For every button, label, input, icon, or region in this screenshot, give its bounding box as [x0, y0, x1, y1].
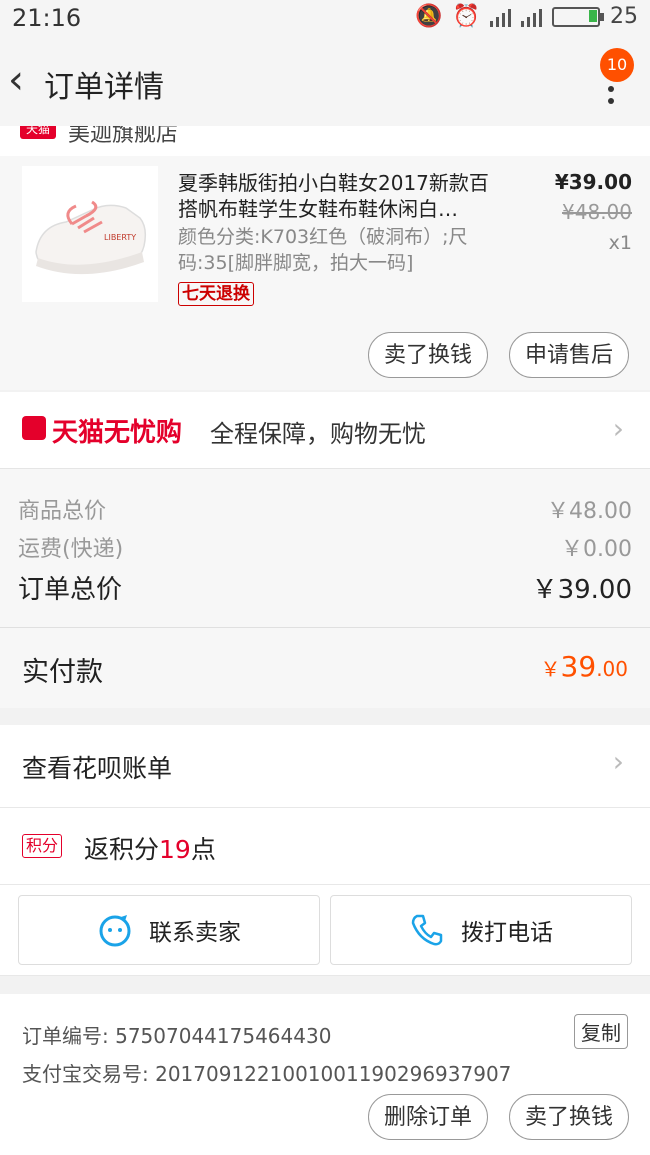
resell-button[interactable]: 卖了换钱	[368, 332, 488, 378]
tmall-brand: 天猫无忧购	[52, 418, 183, 448]
paid-label: 实付款	[22, 657, 103, 688]
chevron-right-icon: ›	[612, 745, 624, 778]
points-badge: 积分	[22, 834, 63, 858]
order-number: 订单编号: 57507044175464430	[22, 1020, 331, 1049]
product-quantity: x1	[608, 232, 632, 254]
alarm-icon: ⏰	[452, 4, 480, 29]
paid-amount-row: 实付款 ￥39.00	[0, 627, 650, 708]
chevron-right-icon: ›	[612, 412, 624, 445]
points-value: 19	[159, 835, 191, 864]
tmall-guarantee-desc: 全程保障，购物无忧	[210, 420, 426, 448]
order-total-value: ￥39.00	[531, 575, 632, 605]
product-card[interactable]: LIBERTY 夏季韩版街拍小白鞋女2017新款百搭帆布鞋学生女鞋布鞋休闲白… …	[0, 156, 650, 390]
paid-int: 39	[560, 650, 597, 683]
call-phone-label: 拨打电话	[461, 920, 553, 946]
points-suffix: 点	[190, 835, 216, 864]
contact-row: 联系卖家 拨打电话	[0, 885, 650, 976]
product-original-price: ¥48.00	[562, 200, 632, 224]
goods-total-label: 商品总价	[18, 499, 107, 524]
after-sale-button[interactable]: 申请售后	[509, 332, 629, 378]
back-icon[interactable]: ‹	[8, 60, 24, 100]
battery-level: 25	[610, 4, 638, 29]
resell-button-bottom[interactable]: 卖了换钱	[509, 1094, 629, 1140]
phone-icon	[411, 914, 443, 946]
alipay-value: 2017091221001001190296937907	[155, 1062, 512, 1086]
alipay-number: 支付宝交易号: 2017091221001001190296937907	[22, 1058, 511, 1087]
order-number-value: 57507044175464430	[115, 1024, 332, 1048]
call-phone-button[interactable]: 拨打电话	[330, 895, 632, 965]
signal-icon	[490, 7, 511, 27]
copy-button[interactable]: 复制	[574, 1014, 628, 1049]
points-prefix: 返积分	[84, 835, 160, 864]
battery-icon	[552, 6, 604, 27]
points-row: 积分 返积分19点	[0, 808, 650, 885]
seven-day-return-badge: 七天退换	[178, 282, 254, 306]
points-text: 返积分19点	[84, 830, 216, 866]
paid-currency: ￥	[540, 657, 561, 681]
product-image[interactable]: LIBERTY	[22, 166, 158, 302]
status-time: 21:16	[12, 4, 82, 32]
paid-amount: ￥39.00	[541, 650, 628, 683]
chat-icon	[99, 915, 131, 947]
order-total-label: 订单总价	[18, 575, 123, 605]
huabei-bill-row[interactable]: 查看花呗账单 ›	[0, 725, 650, 808]
shipping-value: ￥0.00	[561, 537, 632, 562]
price-summary: 商品总价 ￥48.00 运费(快递) ￥0.00 订单总价 ￥39.00	[0, 469, 650, 627]
shop-header[interactable]: 天猫 美迦旗舰店	[0, 126, 650, 156]
tmall-logo-icon	[22, 416, 46, 440]
shop-name: 美迦旗舰店	[68, 126, 179, 147]
page-title: 订单详情	[44, 70, 164, 105]
product-title[interactable]: 夏季韩版街拍小白鞋女2017新款百搭帆布鞋学生女鞋布鞋休闲白…	[178, 170, 508, 222]
goods-total-value: ￥48.00	[547, 499, 632, 524]
mute-icon: 🔕	[415, 4, 443, 29]
huabei-label: 查看花呗账单	[22, 754, 173, 783]
paid-dec: .00	[596, 657, 628, 681]
delete-order-button[interactable]: 删除订单	[368, 1094, 488, 1140]
contact-seller-label: 联系卖家	[149, 920, 241, 946]
order-info: 订单编号: 57507044175464430 复制 支付宝交易号: 20170…	[0, 994, 650, 1155]
status-icons: 🔕 ⏰ 25	[415, 4, 638, 29]
notification-badge: 10	[600, 48, 634, 82]
product-spec: 颜色分类:K703红色（破洞布）;尺码:35[脚胖脚宽，拍大一码]	[178, 226, 468, 274]
product-price: ¥39.00	[554, 170, 632, 194]
tmall-guarantee-row[interactable]: 天猫无忧购 全程保障，购物无忧 ›	[0, 392, 650, 469]
order-number-label: 订单编号:	[22, 1024, 109, 1048]
contact-seller-button[interactable]: 联系卖家	[18, 895, 320, 965]
signal-icon-2	[521, 7, 542, 27]
svg-text:LIBERTY: LIBERTY	[104, 233, 136, 242]
alipay-label: 支付宝交易号:	[22, 1062, 149, 1086]
shipping-label: 运费(快递)	[18, 537, 124, 562]
shop-tag: 天猫	[20, 126, 57, 139]
nav-bar: ‹ 订单详情 10	[0, 40, 650, 126]
status-bar: 21:16 🔕 ⏰ 25	[0, 0, 650, 40]
